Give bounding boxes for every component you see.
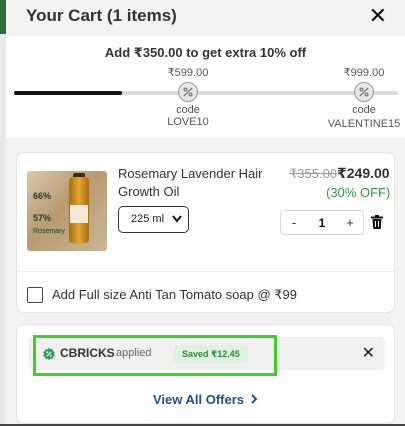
cart-item-card: 66% 57% Rosemary Rosemary Lavender Hair … bbox=[16, 152, 395, 313]
remove-coupon-icon[interactable]: ✕ bbox=[362, 343, 375, 363]
discount-percent: (30% OFF) bbox=[326, 185, 391, 200]
addon-label: Add Full size Anti Tan Tomato soap @ ₹99 bbox=[52, 287, 298, 302]
increase-button[interactable]: + bbox=[337, 215, 363, 230]
discount-badge-icon bbox=[354, 82, 374, 102]
product-image[interactable]: 66% 57% Rosemary bbox=[27, 171, 107, 251]
view-all-offers-link[interactable]: View All Offers bbox=[17, 392, 394, 407]
chevron-right-icon bbox=[250, 392, 258, 407]
thumb-text: Rosemary bbox=[33, 228, 65, 235]
thumb-text: 57% bbox=[33, 213, 52, 223]
decrease-button[interactable]: - bbox=[281, 215, 307, 230]
offers-card: CBRICKS applied Saved ₹12.45 ✕ View All … bbox=[16, 324, 395, 424]
thumb-text: 66% bbox=[33, 191, 52, 201]
cart-header: Your Cart (1 items) ✕ bbox=[6, 0, 405, 34]
milestone-amount: ₹599.00 bbox=[167, 67, 209, 79]
addon-checkbox[interactable] bbox=[27, 287, 43, 303]
progress-fill bbox=[14, 91, 122, 95]
trash-icon[interactable] bbox=[371, 215, 383, 229]
addon-offer: Add Full size Anti Tan Tomato soap @ ₹99 bbox=[27, 287, 297, 303]
discount-progress: Add ₹350.00 to get extra 10% off ₹599.00… bbox=[6, 36, 405, 138]
coupon-highlight-box bbox=[33, 335, 277, 376]
quantity-value: 1 bbox=[318, 215, 326, 230]
milestone-code-name: VALENTINE15 bbox=[327, 118, 401, 130]
product-name[interactable]: Rosemary Lavender Hair Growth Oil bbox=[118, 165, 278, 201]
view-all-offers-label: View All Offers bbox=[152, 392, 245, 407]
bottle-label bbox=[70, 205, 88, 223]
milestone-code: code bbox=[352, 104, 376, 116]
milestone-2: ₹999.00 code VALENTINE15 bbox=[324, 66, 404, 130]
price-original: ₹355.00 bbox=[289, 166, 338, 181]
milestone-code: code LOVE10 bbox=[167, 104, 209, 128]
milestone-amount: ₹999.00 bbox=[343, 67, 385, 79]
chevron-down-icon bbox=[172, 207, 182, 240]
progress-goal-text: Add ₹350.00 to get extra 10% off bbox=[104, 45, 307, 60]
cart-drawer: Your Cart (1 items) ✕ Add ₹350.00 to get… bbox=[6, 0, 405, 426]
milestone-1: ₹599.00 code LOVE10 bbox=[156, 66, 220, 128]
cart-title: Your Cart (1 items) bbox=[26, 6, 177, 25]
close-icon[interactable]: ✕ bbox=[369, 4, 387, 28]
quantity-stepper: - 1 + bbox=[280, 210, 364, 235]
size-selected-value: 225 ml bbox=[131, 213, 165, 225]
price-current: ₹249.00 bbox=[337, 165, 390, 181]
size-select[interactable]: 225 ml bbox=[118, 206, 189, 233]
discount-badge-icon bbox=[178, 82, 198, 102]
card-divider bbox=[17, 271, 394, 272]
